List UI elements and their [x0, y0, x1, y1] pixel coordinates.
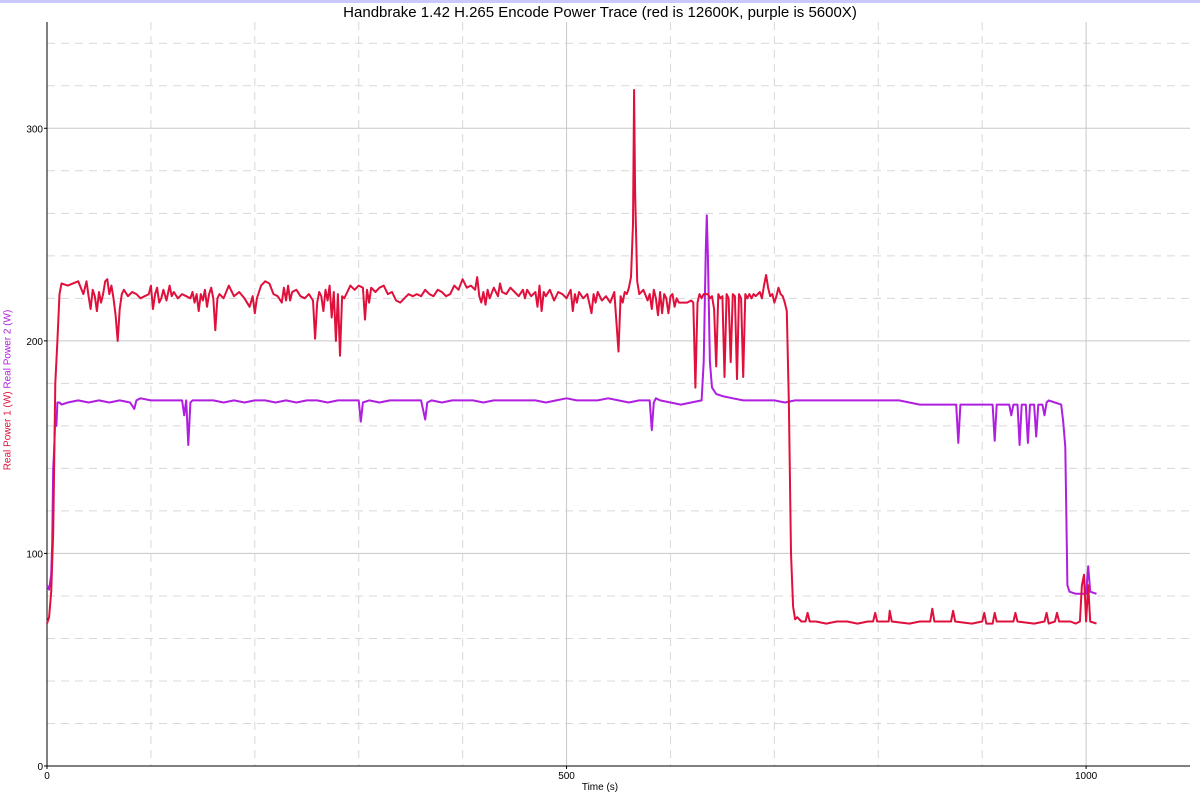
y-tick-label: 300	[26, 124, 43, 135]
y-tick-label: 0	[37, 762, 43, 773]
x-axis-label: Time (s)	[581, 782, 619, 793]
y-axis-label-series2: Real Power 2 (W)	[2, 309, 14, 389]
series-line-power2	[46, 214, 1097, 595]
y-axis-label: Real Power 1 (W) Real Power 2 (W)	[3, 310, 14, 471]
x-tick-label: 500	[558, 771, 575, 782]
x-tick-label: 0	[44, 771, 50, 782]
y-tick-label: 200	[26, 337, 43, 348]
chart-canvas: 0 100 200 300 0 500 1000	[26, 22, 1190, 782]
series-line-power1	[46, 89, 1097, 625]
x-tick-label: 1000	[1075, 771, 1098, 782]
y-tick-label: 100	[26, 549, 43, 560]
y-axis-label-series1: Real Power 1 (W)	[2, 391, 14, 471]
